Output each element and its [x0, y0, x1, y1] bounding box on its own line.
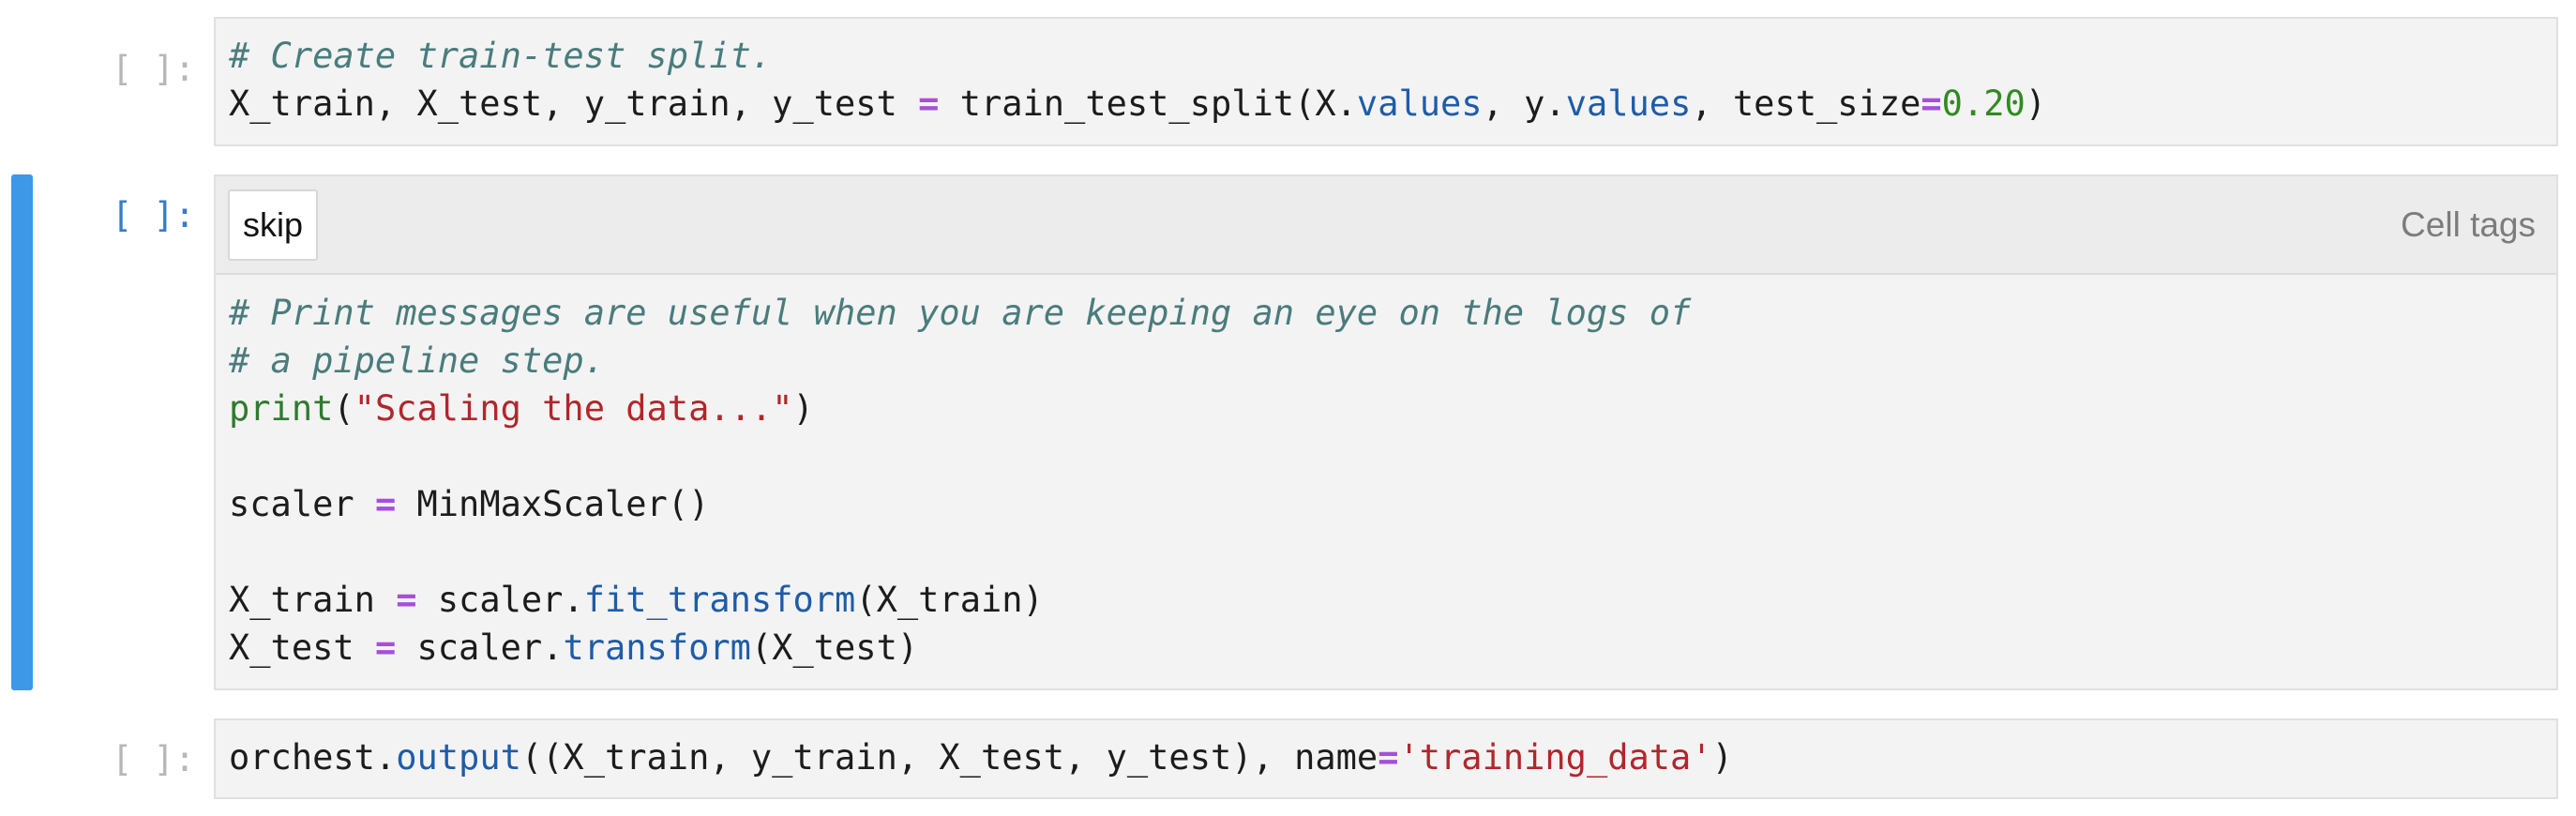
- code-text[interactable]: # Create train-test split. X_train, X_tes…: [229, 32, 2046, 128]
- code-token: (: [333, 388, 354, 429]
- code-text[interactable]: # Print messages are useful when you are…: [229, 289, 1691, 672]
- code-token: 0.20: [1941, 83, 2026, 124]
- code-token: output: [396, 737, 521, 778]
- code-token: print: [229, 388, 334, 429]
- cell-prompt: [ ]:: [112, 195, 196, 235]
- code-editor-container[interactable]: skip Cell tags # Print messages are usef…: [214, 174, 2558, 690]
- code-token: values: [1356, 83, 1483, 124]
- code-token: scaler: [229, 484, 375, 524]
- code-line: # Print messages are useful when you are…: [229, 289, 1691, 337]
- code-line: scaler = MinMaxScaler(): [229, 480, 1691, 528]
- cell-prompt: [ ]:: [112, 49, 196, 89]
- code-token: ): [2025, 83, 2047, 124]
- code-cell-3[interactable]: [ ]: orchest.output((X_train, y_train, X…: [0, 717, 2576, 801]
- code-token: # a pipeline step.: [229, 340, 605, 381]
- code-cell-1[interactable]: [ ]: # Create train-test split. X_train, …: [0, 13, 2576, 146]
- code-token: "Scaling the data...": [354, 388, 793, 429]
- code-editor[interactable]: orchest.output((X_train, y_train, X_test…: [214, 718, 2558, 799]
- cell-tag-chip[interactable]: skip: [228, 189, 319, 261]
- code-line: X_test = scaler.transform(X_test): [229, 624, 1691, 672]
- cell-tags-bar: skip Cell tags: [216, 176, 2556, 275]
- code-token: =: [396, 580, 417, 620]
- cell-prompt: [ ]:: [112, 739, 196, 779]
- code-token: orchest.: [229, 737, 397, 778]
- code-token: scaler.: [416, 580, 584, 620]
- code-text[interactable]: orchest.output((X_train, y_train, X_test…: [229, 733, 1733, 781]
- code-cell-2-active[interactable]: [ ]: skip Cell tags # Print messages are…: [0, 173, 2576, 690]
- code-token: MinMaxScaler(): [396, 484, 710, 524]
- code-token: values: [1565, 83, 1692, 124]
- code-token: X_train: [229, 580, 397, 620]
- code-token: , y.: [1482, 83, 1566, 124]
- code-token: , test_size: [1691, 83, 1921, 124]
- code-token: train_test_split(X.: [939, 83, 1357, 124]
- code-token: ): [792, 388, 814, 429]
- cell-tags-label: Cell tags: [2401, 205, 2536, 244]
- code-token: fit_transform: [583, 580, 856, 620]
- code-token: transform: [563, 627, 751, 668]
- code-token: (X_train): [855, 580, 1044, 620]
- code-token: ): [1711, 737, 1733, 778]
- code-token: =: [1378, 737, 1399, 778]
- code-line: # Create train-test split.: [229, 32, 2046, 80]
- active-cell-indicator: [11, 174, 33, 690]
- code-line: X_train = scaler.fit_transform(X_train): [229, 576, 1691, 624]
- code-editor[interactable]: # Create train-test split. X_train, X_tes…: [214, 17, 2558, 146]
- code-token: # Print messages are useful when you are…: [229, 293, 1692, 333]
- code-line: orchest.output((X_train, y_train, X_test…: [229, 733, 1733, 781]
- code-token: X_train, X_test, y_train, y_test: [229, 83, 919, 124]
- code-token: =: [374, 484, 397, 524]
- code-line: # a pipeline step.: [229, 337, 1691, 385]
- code-token: (X_test): [750, 627, 919, 668]
- code-token: X_test: [229, 627, 375, 668]
- code-line: print("Scaling the data..."): [229, 385, 1691, 432]
- code-line: X_train, X_test, y_train, y_test = train…: [229, 80, 2046, 128]
- code-token: =: [374, 627, 397, 668]
- code-token: scaler.: [396, 627, 564, 668]
- code-token: =: [918, 83, 940, 124]
- code-token: ((X_train, y_train, X_test, y_test), nam…: [520, 737, 1378, 778]
- code-token: =: [1921, 83, 1942, 124]
- code-token: # Create train-test split.: [229, 36, 773, 76]
- code-token: 'training_data': [1398, 737, 1712, 778]
